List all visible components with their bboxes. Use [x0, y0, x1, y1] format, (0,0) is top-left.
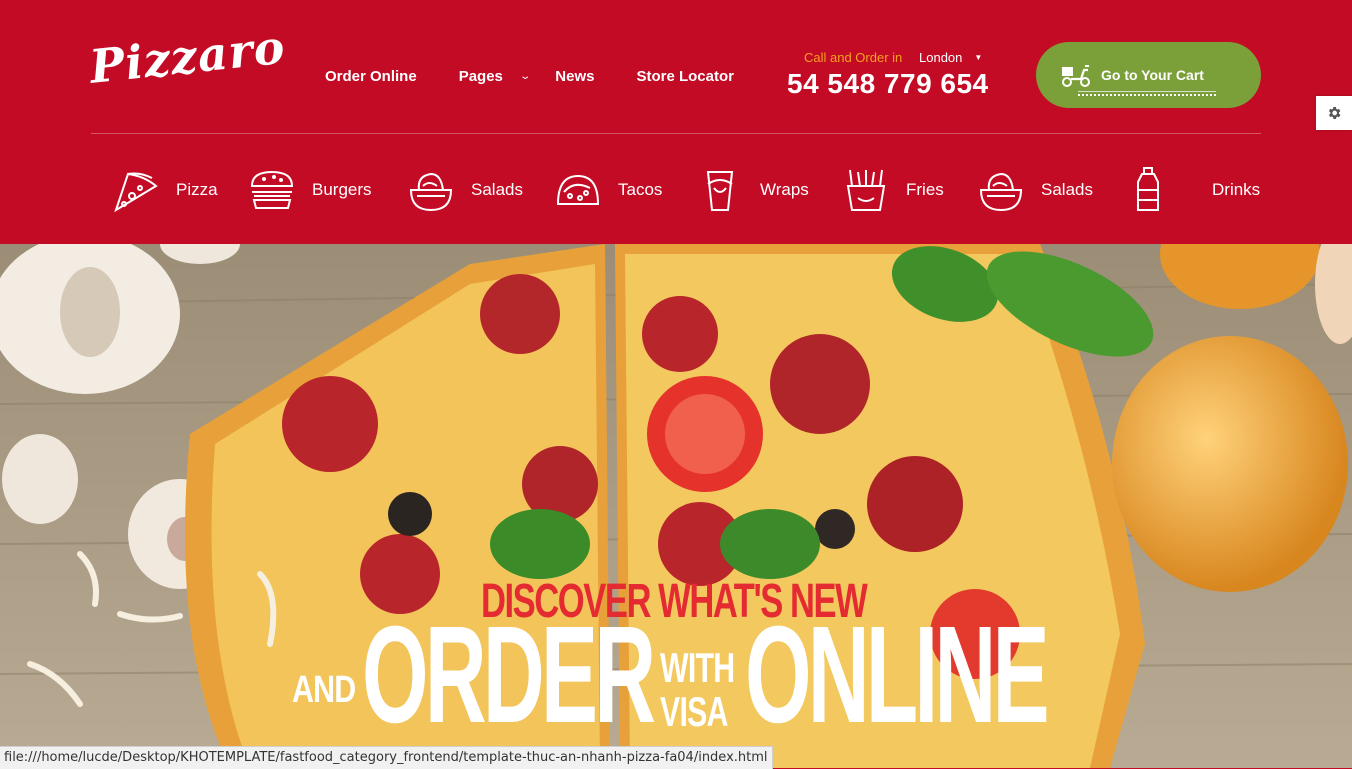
go-to-cart-label: Go to Your Cart: [1101, 67, 1204, 83]
gear-icon: [1328, 107, 1341, 119]
category-salads[interactable]: Salads: [407, 160, 523, 220]
nav-pages[interactable]: Pages ⌄: [458, 68, 531, 85]
scooter-icon: [1062, 65, 1090, 87]
settings-button[interactable]: [1316, 96, 1352, 130]
wrap-icon: [706, 171, 734, 211]
nav-store-locator-label: Store Locator: [636, 68, 734, 85]
phone-number[interactable]: 54 548 779 654: [787, 68, 989, 100]
nav-order-online-label: Order Online: [325, 68, 417, 85]
city-select[interactable]: London ▼: [919, 50, 982, 65]
pizza-icon: [114, 172, 158, 213]
cart-underline: [1078, 91, 1216, 92]
category-drinks[interactable]: Drinks: [1124, 160, 1260, 220]
drink-icon: [1137, 167, 1159, 211]
cart-dotted-underline: [1078, 94, 1216, 96]
category-wraps-label: Wraps: [760, 180, 809, 199]
taco-icon: [556, 174, 600, 205]
category-salads-2[interactable]: Salads: [977, 160, 1093, 220]
category-drinks-label: Drinks: [1212, 180, 1261, 199]
hero-with-visa: WITH VISA: [660, 644, 735, 735]
salad-icon: [409, 172, 453, 212]
nav-pages-label: Pages: [458, 68, 503, 85]
category-tacos-label: Tacos: [618, 180, 663, 199]
category-burgers-label: Burgers: [312, 180, 372, 199]
hero-word-online: ONLINE: [745, 598, 1050, 752]
fries-icon: [846, 169, 886, 211]
salad-icon: [979, 172, 1023, 212]
logo[interactable]: Pizzaro: [87, 20, 288, 94]
chevron-down-icon: ⌄: [519, 71, 531, 82]
go-to-cart-button[interactable]: Go to Your Cart: [1036, 42, 1261, 108]
category-fries-label: Fries: [906, 180, 944, 199]
hero-word-visa: VISA: [660, 688, 728, 735]
main-nav: Order Online Pages ⌄ News Store Locator: [325, 68, 776, 85]
category-pizza[interactable]: Pizza: [112, 160, 218, 220]
browser-status-bar: file:///home/lucde/Desktop/KHOTEMPLATE/f…: [0, 746, 773, 769]
category-tacos[interactable]: Tacos: [554, 160, 662, 220]
category-salads-label: Salads: [471, 180, 523, 199]
category-bar: Pizza Burgers Salads Tacos Wraps Fries S…: [0, 160, 1352, 220]
category-burgers[interactable]: Burgers: [248, 160, 372, 220]
hero-word-order: ORDER: [362, 598, 656, 752]
nav-store-locator[interactable]: Store Locator: [636, 68, 734, 85]
hero-word-with: WITH: [660, 644, 735, 691]
category-pizza-label: Pizza: [176, 180, 218, 199]
nav-news-label: News: [555, 68, 595, 85]
call-and-order-label: Call and Order in: [804, 50, 903, 65]
burger-icon: [250, 170, 294, 209]
category-fries[interactable]: Fries: [842, 160, 944, 220]
header-divider: [91, 133, 1261, 134]
nav-order-online[interactable]: Order Online: [325, 68, 417, 85]
category-wraps[interactable]: Wraps: [696, 160, 809, 220]
hero-word-and: AND: [292, 669, 356, 711]
nav-news[interactable]: News: [555, 68, 594, 85]
city-select-value: London: [919, 50, 963, 65]
site-header: Pizzaro Order Online Pages ⌄ News Store L…: [0, 0, 1352, 244]
category-salads-2-label: Salads: [1041, 180, 1093, 199]
hero-banner: DISCOVER WHAT'S NEW AND ORDER WITH VISA …: [0, 244, 1352, 768]
chevron-down-icon: ▼: [974, 53, 983, 62]
